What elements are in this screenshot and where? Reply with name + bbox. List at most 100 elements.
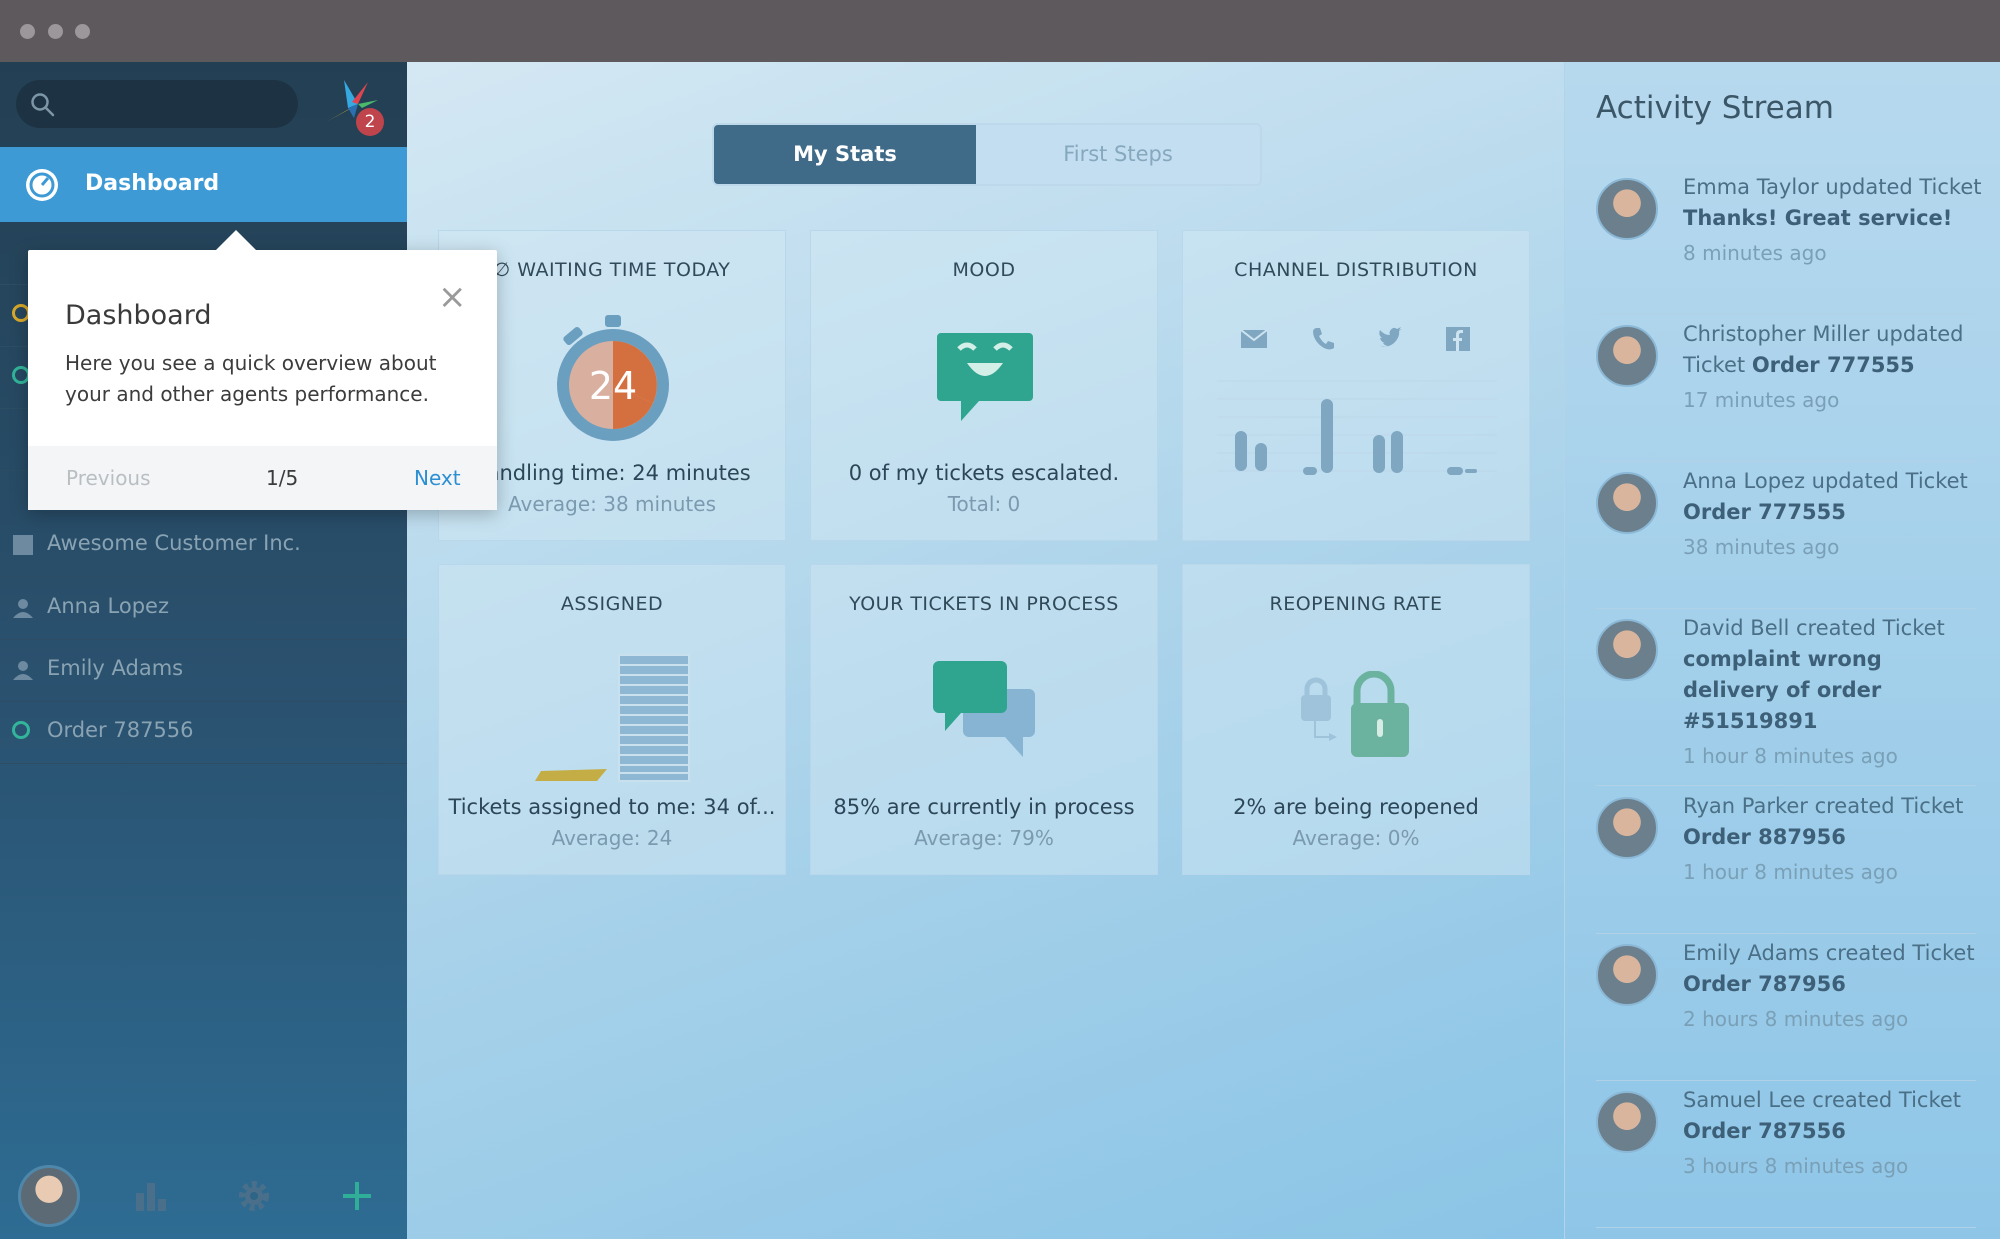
previous-button[interactable]: Previous (66, 466, 151, 490)
phone-icon (1313, 328, 1334, 350)
window-zoom-dot[interactable] (75, 24, 90, 39)
activity-text: Christopher Miller updated Ticket Order … (1683, 319, 1983, 416)
step-counter: 1/5 (266, 466, 299, 490)
card-assigned: ASSIGNED Tickets assigned to me: 34 of..… (438, 564, 786, 875)
activity-time: 8 minutes ago (1683, 241, 1827, 265)
activity-item[interactable]: Samuel Lee created Ticket Order 787556 3… (1596, 1085, 1976, 1228)
card-tickets-in-process: YOUR TICKETS IN PROCESS 85% are currentl… (810, 564, 1158, 875)
popover-footer: Previous 1/5 Next (28, 446, 497, 510)
user-icon (13, 661, 33, 680)
activity-text: Emily Adams created Ticket Order 787956 … (1683, 938, 1983, 1035)
activity-object[interactable]: Thanks! Great service! (1683, 206, 1952, 230)
window-minimize-dot[interactable] (48, 24, 63, 39)
window-titlebar (0, 0, 2000, 62)
card-sub-text: Average: 0% (1292, 826, 1420, 850)
happy-face-chat-icon (937, 333, 1033, 421)
activity-text: David Bell created Ticket complaint wron… (1683, 613, 1983, 772)
activity-item[interactable]: Christopher Miller updated Ticket Order … (1596, 319, 1976, 462)
card-main-text: Tickets assigned to me: 34 of... (448, 795, 776, 819)
activity-item[interactable]: Anna Lopez updated Ticket Order 777555 3… (1596, 466, 1976, 609)
activity-item[interactable]: Emily Adams created Ticket Order 787956 … (1596, 938, 1976, 1081)
card-title: CHANNEL DISTRIBUTION (1234, 259, 1478, 281)
activity-actor: Emma Taylor updated Ticket (1683, 175, 1982, 199)
search-input[interactable] (16, 80, 298, 128)
sidebar-item-label: Awesome Customer Inc. (47, 531, 301, 555)
sidebar-item-emily-adams[interactable]: Emily Adams (0, 639, 407, 702)
popover-text: Here you see a quick overview about your… (65, 351, 437, 406)
activity-actor: Ryan Parker created Ticket (1683, 794, 1964, 818)
card-channel-distribution: CHANNEL DISTRIBUTION (1182, 230, 1530, 541)
avatar (1596, 797, 1658, 859)
avatar (1596, 1091, 1658, 1153)
gear-icon[interactable] (237, 1179, 271, 1213)
plus-icon[interactable] (340, 1179, 374, 1213)
sidebar-item-label: Emily Adams (47, 656, 184, 680)
sidebar-footer (0, 1149, 407, 1239)
activity-time: 1 hour 8 minutes ago (1683, 744, 1898, 768)
activity-actor: Samuel Lee created Ticket (1683, 1088, 1962, 1112)
avatar[interactable] (18, 1165, 80, 1227)
activity-actor: David Bell created Ticket (1683, 616, 1945, 640)
activity-object[interactable]: Order 787556 (1683, 1119, 1846, 1143)
stopwatch-value: 24 (589, 364, 637, 408)
tab-my-stats[interactable]: My Stats (714, 125, 976, 184)
stopwatch-icon: 24 (557, 315, 669, 441)
twitter-icon (1379, 327, 1402, 347)
facebook-icon (1446, 327, 1470, 351)
card-mood: MOOD 0 of my tickets escalated. Total: 0 (810, 230, 1158, 541)
activity-item[interactable]: Ryan Parker created Ticket Order 887956 … (1596, 791, 1976, 934)
card-title: MOOD (952, 259, 1016, 281)
dashboard-main: My Stats First Steps ∅ WAITING TIME TODA… (407, 62, 1564, 1239)
email-icon (1240, 329, 1268, 348)
sidebar: 2 Dashboard Awesome Customer Inc. Anna L… (0, 62, 407, 1239)
tab-first-steps[interactable]: First Steps (976, 125, 1260, 184)
chat-bubbles-icon (933, 661, 1035, 757)
tour-popover: Dashboard × Here you see a quick overvie… (28, 230, 497, 510)
activity-time: 17 minutes ago (1683, 388, 1840, 412)
popover-arrow (216, 230, 256, 250)
ticket-stack-icon (535, 654, 690, 782)
avatar (1596, 178, 1658, 240)
activity-object[interactable]: Order 787956 (1683, 972, 1846, 996)
sidebar-item-label: Dashboard (85, 171, 220, 196)
activity-object[interactable]: complaint wrong delivery of order #51519… (1683, 647, 1882, 733)
activity-text: Emma Taylor updated Ticket Thanks! Great… (1683, 172, 1983, 269)
card-title: YOUR TICKETS IN PROCESS (849, 593, 1119, 615)
avatar (1596, 325, 1658, 387)
card-sub-text: Total: 0 (947, 492, 1021, 516)
sidebar-item-order[interactable]: Order 787556 (0, 701, 407, 764)
activity-text: Anna Lopez updated Ticket Order 777555 3… (1683, 466, 1983, 563)
unlock-icon (1301, 671, 1409, 757)
reports-icon[interactable] (134, 1179, 168, 1213)
activity-time: 2 hours 8 minutes ago (1683, 1007, 1909, 1031)
user-icon (13, 599, 33, 618)
card-title: ASSIGNED (560, 593, 664, 615)
activity-time: 3 hours 8 minutes ago (1683, 1154, 1909, 1178)
activity-object[interactable]: Order 777555 (1752, 353, 1915, 377)
activity-text: Samuel Lee created Ticket Order 787556 3… (1683, 1085, 1983, 1182)
activity-stream-title: Activity Stream (1596, 90, 1834, 126)
card-main-text: 85% are currently in process (833, 795, 1135, 819)
card-title: REOPENING RATE (1269, 593, 1443, 615)
card-reopening-rate: REOPENING RATE 2% are being reopened Ave… (1182, 564, 1530, 875)
activity-item[interactable]: Emma Taylor updated Ticket Thanks! Great… (1596, 172, 1982, 315)
next-button[interactable]: Next (414, 466, 461, 490)
sidebar-item-organization[interactable]: Awesome Customer Inc. (0, 514, 407, 577)
sidebar-item-anna-lopez[interactable]: Anna Lopez (0, 577, 407, 640)
stats-tabs: My Stats First Steps (712, 123, 1262, 186)
sidebar-item-dashboard[interactable]: Dashboard (0, 147, 407, 222)
activity-object[interactable]: Order 887956 (1683, 825, 1846, 849)
activity-item[interactable]: David Bell created Ticket complaint wron… (1596, 613, 1976, 786)
close-icon[interactable]: × (438, 280, 467, 314)
avatar (1596, 472, 1658, 534)
activity-actor: Anna Lopez updated Ticket (1683, 469, 1968, 493)
window-close-dot[interactable] (20, 24, 35, 39)
sidebar-item-label: Anna Lopez (47, 594, 169, 618)
activity-object[interactable]: Order 777555 (1683, 500, 1846, 524)
activity-stream: Activity Stream Emma Taylor updated Tick… (1564, 62, 2000, 1239)
sidebar-item-label: Order 787556 (47, 718, 194, 742)
notification-badge[interactable]: 2 (356, 108, 384, 136)
activity-text: Ryan Parker created Ticket Order 887956 … (1683, 791, 1983, 888)
avatar (1596, 944, 1658, 1006)
dashboard-icon (26, 169, 58, 201)
